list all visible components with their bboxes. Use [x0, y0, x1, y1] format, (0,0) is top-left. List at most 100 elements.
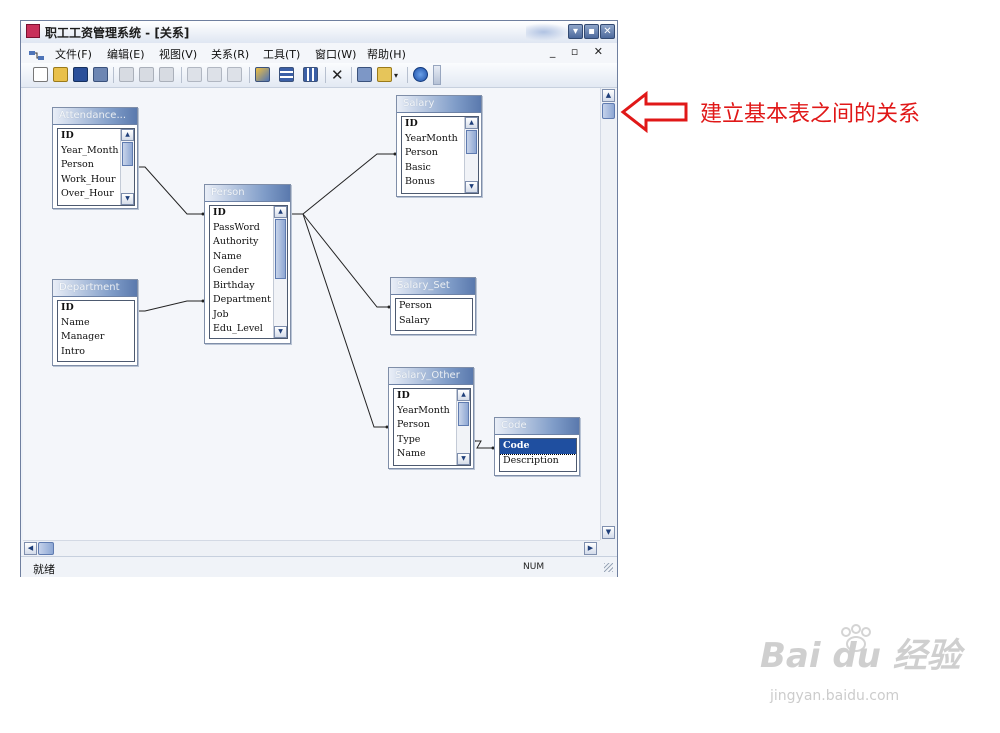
- scroll-left-icon[interactable]: ◀: [24, 542, 37, 555]
- toolbar-separator: [407, 67, 408, 83]
- toolbar-options-icon[interactable]: [433, 65, 441, 85]
- scroll-up-icon[interactable]: ▲: [457, 389, 470, 401]
- resize-grip-icon[interactable]: [604, 563, 613, 572]
- field-list-scrollbar[interactable]: ▲ ▼: [273, 206, 287, 338]
- all-relationships-icon[interactable]: [303, 67, 318, 82]
- preview-icon[interactable]: [139, 67, 154, 82]
- direct-relationships-icon[interactable]: [279, 67, 294, 82]
- scroll-up-icon[interactable]: ▲: [274, 206, 287, 218]
- menu-help[interactable]: 帮助(H): [367, 46, 406, 62]
- table-header[interactable]: Attendance...: [53, 108, 137, 125]
- help-icon[interactable]: [413, 67, 428, 82]
- field-list[interactable]: ID Year_Month Person Work_Hour Over_Hour…: [57, 128, 135, 206]
- scroll-thumb[interactable]: [466, 130, 477, 154]
- cut-icon[interactable]: [187, 67, 202, 82]
- field-item-selected[interactable]: Code: [500, 439, 576, 455]
- watermark-url: jingyan.baidu.com: [770, 688, 900, 704]
- toolbar-separator: [249, 67, 250, 83]
- spell-check-icon[interactable]: [159, 67, 174, 82]
- table-header[interactable]: Salary_Set: [391, 278, 475, 295]
- field-list[interactable]: ID YearMonth Person Type Name ▲ ▼: [393, 388, 471, 466]
- table-department[interactable]: Department ID Name Manager Intro: [52, 279, 138, 366]
- table-salary-set[interactable]: Salary_Set Person Salary: [390, 277, 476, 335]
- paste-icon[interactable]: [227, 67, 242, 82]
- field-item[interactable]: Salary: [396, 314, 472, 329]
- field-item[interactable]: Intro: [58, 345, 134, 360]
- scroll-right-icon[interactable]: ▶: [584, 542, 597, 555]
- horizontal-scroll-thumb[interactable]: [38, 542, 54, 555]
- scroll-corner: [600, 540, 615, 555]
- table-salary-other[interactable]: Salary_Other ID YearMonth Person Type Na…: [388, 367, 474, 469]
- field-list-scrollbar[interactable]: ▲ ▼: [456, 389, 470, 465]
- scroll-up-icon[interactable]: ▲: [121, 129, 134, 141]
- open-icon[interactable]: [53, 67, 68, 82]
- annotation-arrow-icon: [620, 90, 688, 134]
- print-icon[interactable]: [119, 67, 134, 82]
- field-item[interactable]: Person: [396, 299, 472, 314]
- scroll-down-icon[interactable]: ▼: [457, 453, 470, 465]
- vertical-scrollbar[interactable]: ▲ ▼: [600, 88, 616, 540]
- table-header[interactable]: Salary_Other: [389, 368, 473, 385]
- titlebar-decoration: [526, 23, 570, 41]
- horizontal-scrollbar[interactable]: ◀ ▶: [23, 540, 600, 556]
- field-list[interactable]: ID YearMonth Person Basic Bonus ▲ ▼: [401, 116, 479, 194]
- field-list[interactable]: ID Name Manager Intro: [57, 300, 135, 362]
- copy-icon[interactable]: [207, 67, 222, 82]
- vertical-scroll-thumb[interactable]: [602, 103, 615, 119]
- title-bar[interactable]: 职工工资管理系统 - [关系] ▾ ▪ ✕: [21, 21, 617, 44]
- scroll-thumb[interactable]: [122, 142, 133, 166]
- mdi-window-controls[interactable]: _ ▫ ✕: [550, 45, 609, 58]
- maximize-button[interactable]: ▪: [584, 24, 599, 39]
- print-preview-icon[interactable]: [93, 67, 108, 82]
- table-person[interactable]: Person ID PassWord Authority Name Gender…: [204, 184, 291, 344]
- minimize-button[interactable]: ▾: [568, 24, 583, 39]
- table-header[interactable]: Salary: [397, 96, 481, 113]
- menu-tools[interactable]: 工具(T): [263, 46, 300, 62]
- toolbar: ✕ ▾: [21, 63, 617, 88]
- menu-window[interactable]: 窗口(W): [315, 46, 356, 62]
- scroll-thumb[interactable]: [458, 402, 469, 426]
- relationship-line: [137, 300, 203, 312]
- show-table-icon[interactable]: [255, 67, 270, 82]
- table-salary[interactable]: Salary ID YearMonth Person Basic Bonus ▲…: [396, 95, 482, 197]
- menu-relationships[interactable]: 关系(R): [211, 46, 249, 62]
- scroll-down-icon[interactable]: ▼: [274, 326, 287, 338]
- field-list-scrollbar[interactable]: ▲ ▼: [120, 129, 134, 205]
- field-list[interactable]: Person Salary: [395, 298, 473, 331]
- menu-view[interactable]: 视图(V): [159, 46, 197, 62]
- new-object-icon[interactable]: [377, 67, 392, 82]
- field-list-scrollbar[interactable]: ▲ ▼: [464, 117, 478, 193]
- toolbar-separator: [181, 67, 182, 83]
- close-button[interactable]: ✕: [600, 24, 615, 39]
- num-lock-indicator: NUM: [523, 562, 545, 572]
- toolbar-separator: [351, 67, 352, 83]
- menu-file[interactable]: 文件(F): [55, 46, 92, 62]
- table-header[interactable]: Code: [495, 418, 579, 435]
- new-object-dropdown-icon[interactable]: ▾: [394, 71, 398, 80]
- scroll-up-icon[interactable]: ▲: [465, 117, 478, 129]
- properties-icon[interactable]: [357, 67, 372, 82]
- save-icon[interactable]: [73, 67, 88, 82]
- table-header[interactable]: Person: [205, 185, 290, 202]
- relationships-canvas[interactable]: Attendance... ID Year_Month Person Work_…: [23, 88, 600, 540]
- new-icon[interactable]: [33, 67, 48, 82]
- status-text: 就绪: [33, 563, 55, 576]
- table-code[interactable]: Code Code Description: [494, 417, 580, 476]
- field-item[interactable]: ID: [58, 301, 134, 316]
- field-item[interactable]: Description: [500, 454, 576, 469]
- menu-edit[interactable]: 编辑(E): [107, 46, 145, 62]
- field-item[interactable]: Name: [58, 316, 134, 331]
- scroll-down-icon[interactable]: ▼: [121, 193, 134, 205]
- table-attendance[interactable]: Attendance... ID Year_Month Person Work_…: [52, 107, 138, 209]
- relationship-line: [302, 213, 387, 428]
- scroll-down-icon[interactable]: ▼: [602, 526, 615, 539]
- table-title: Person: [211, 187, 245, 198]
- table-header[interactable]: Department: [53, 280, 137, 297]
- scroll-thumb[interactable]: [275, 219, 286, 279]
- delete-icon[interactable]: ✕: [331, 66, 344, 84]
- scroll-up-icon[interactable]: ▲: [602, 89, 615, 102]
- field-item[interactable]: Manager: [58, 330, 134, 345]
- scroll-down-icon[interactable]: ▼: [465, 181, 478, 193]
- field-list[interactable]: ID PassWord Authority Name Gender Birthd…: [209, 205, 288, 339]
- field-list[interactable]: Code Description: [499, 438, 577, 472]
